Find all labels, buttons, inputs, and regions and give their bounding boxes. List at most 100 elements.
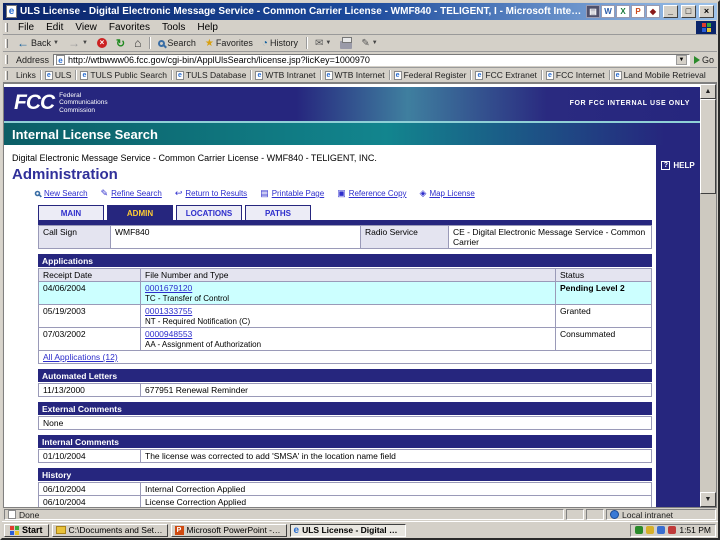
taskbar-window-powerpoint[interactable]: P Microsoft PowerPoint - [2...	[170, 523, 287, 537]
status-bar: Done Local intranet	[3, 508, 717, 521]
tab-paths[interactable]: PATHS	[245, 205, 311, 220]
link-item-fcc-internet[interactable]: e FCC Internet	[543, 70, 608, 80]
forward-dropdown-icon[interactable]: ▼	[82, 40, 88, 46]
tray-icon[interactable]	[646, 526, 655, 534]
menu-tools[interactable]: Tools	[156, 21, 191, 34]
menu-edit[interactable]: Edit	[40, 21, 69, 34]
toolbar-grip[interactable]	[5, 70, 8, 80]
reference-copy-link[interactable]: ▣ Reference Copy	[337, 188, 406, 199]
toolbar-grip[interactable]	[5, 38, 8, 48]
link-item-wtb-internet[interactable]: e WTB Internet	[322, 70, 388, 80]
edit-button[interactable]: ✎ ▼	[357, 37, 381, 50]
tab-locations[interactable]: LOCATIONS	[176, 205, 242, 220]
menu-file[interactable]: File	[12, 21, 40, 34]
automated-letters-section: 11/13/2000 677951 Renewal Reminder	[38, 383, 652, 397]
file-number-link[interactable]: 0001333755	[145, 306, 192, 316]
links-label: Links	[16, 70, 36, 80]
file-number-link[interactable]: 0000948553	[145, 329, 192, 339]
return-to-results-link[interactable]: ↩ Return to Results	[175, 188, 247, 199]
address-input[interactable]: e http://wtbwww06.fcc.gov/cgi-bin/ApplUl…	[53, 53, 690, 66]
windows-flag-icon	[701, 22, 711, 32]
windows-taskbar: Start C:\Documents and Setti... P Micros…	[2, 521, 718, 538]
menu-view[interactable]: View	[69, 21, 103, 34]
word-shortcut-icon[interactable]: W	[601, 5, 615, 18]
window-title: ULS License - Digital Electronic Message…	[20, 6, 583, 17]
link-item-wtb-intranet[interactable]: e WTB Intranet	[252, 70, 318, 80]
fcc-org-name: Federal Communications Commission	[59, 92, 107, 115]
taskbar-clock[interactable]: 1:51 PM	[679, 525, 711, 535]
link-item-uls[interactable]: e ULS	[42, 70, 75, 80]
stop-button[interactable]: ×	[93, 37, 111, 49]
mail-button[interactable]: ✉ ▼	[311, 37, 335, 50]
all-applications-link[interactable]: All Applications (12)	[43, 352, 118, 362]
folder-icon	[55, 526, 66, 534]
menu-bar: File Edit View Favorites Tools Help	[3, 20, 717, 35]
action-label: Return to Results	[185, 189, 248, 198]
go-button[interactable]: Go	[693, 54, 714, 65]
links-separator	[470, 70, 472, 80]
address-label: Address	[16, 54, 50, 65]
tray-icon[interactable]	[635, 526, 644, 534]
tab-main[interactable]: MAIN	[38, 205, 104, 220]
menu-favorites[interactable]: Favorites	[103, 21, 156, 34]
home-button[interactable]: ⌂	[130, 35, 145, 51]
favorites-button[interactable]: ★ Favorites	[201, 37, 257, 50]
map-license-link[interactable]: ◈ Map License	[420, 188, 475, 199]
minimize-button[interactable]: _	[663, 5, 678, 18]
excel-shortcut-icon[interactable]: X	[616, 5, 630, 18]
fcc-logo-letters: FCC	[14, 91, 55, 114]
toolbar-grip[interactable]	[5, 22, 8, 32]
taskbar-window-explorer[interactable]: C:\Documents and Setti...	[51, 523, 168, 537]
refine-search-link[interactable]: ✎ Refine Search	[101, 188, 162, 199]
links-separator	[319, 70, 321, 80]
license-tabs: MAIN ADMIN LOCATIONS PATHS	[38, 205, 656, 220]
history-button[interactable]: ◔ History	[258, 37, 302, 50]
link-item-fcc-extranet[interactable]: e FCC Extranet	[472, 70, 540, 80]
refresh-button[interactable]: ↻	[112, 36, 129, 51]
file-number-link[interactable]: 0001679120	[145, 283, 192, 293]
help-button[interactable]: ? HELP	[656, 161, 700, 170]
forward-button[interactable]: → ▼	[64, 35, 92, 51]
edit-dropdown-icon[interactable]: ▼	[372, 40, 378, 46]
powerpoint-shortcut-icon[interactable]: P	[631, 5, 645, 18]
link-item-tuls-public-search[interactable]: e TULS Public Search	[77, 70, 170, 80]
scrollbar-thumb[interactable]	[700, 99, 716, 194]
link-item-land-mobile-retrieval[interactable]: e Land Mobile Retrieval	[611, 70, 709, 80]
tray-icon[interactable]	[668, 526, 677, 534]
menu-help[interactable]: Help	[191, 21, 224, 34]
back-dropdown-icon[interactable]: ▼	[53, 40, 59, 46]
link-label: FCC Extranet	[485, 70, 537, 80]
column-header: Status	[555, 268, 652, 282]
go-label: Go	[701, 54, 714, 65]
links-separator	[388, 70, 390, 80]
print-button[interactable]	[336, 36, 356, 50]
maximize-button[interactable]: □	[681, 5, 696, 18]
action-label: Refine Search	[111, 189, 162, 198]
taskbar-window-label: C:\Documents and Setti...	[68, 525, 164, 535]
scroll-down-button[interactable]: ▼	[700, 492, 716, 507]
start-button[interactable]: Start	[4, 523, 49, 537]
taskbar-window-ie-active[interactable]: e ULS License - Digital M...	[289, 523, 406, 537]
address-dropdown-icon[interactable]: ▼	[675, 54, 687, 65]
toolbar-grip[interactable]	[5, 55, 8, 64]
address-url[interactable]: http://wtbwww06.fcc.gov/cgi-bin/ApplUlsS…	[68, 55, 673, 65]
link-label: TULS Database	[185, 70, 247, 80]
link-item-tuls-database[interactable]: e TULS Database	[173, 70, 249, 80]
window-titlebar[interactable]: e ULS License - Digital Electronic Messa…	[3, 3, 717, 20]
scroll-up-button[interactable]: ▲	[700, 84, 716, 99]
search-button[interactable]: Search	[154, 37, 200, 49]
tab-admin[interactable]: ADMIN	[107, 205, 173, 220]
ie-document-icon: e	[6, 5, 17, 18]
fcc-org-line: Commission	[59, 106, 95, 114]
vertical-scrollbar[interactable]: ▲ ▼	[700, 84, 716, 507]
new-search-link[interactable]: New Search	[34, 189, 88, 198]
tray-icon[interactable]	[657, 526, 666, 534]
office-shortcut-icon[interactable]: ▤	[586, 5, 600, 18]
link-item-federal-register[interactable]: e Federal Register	[391, 70, 470, 80]
printable-page-link[interactable]: ▤ Printable Page	[260, 188, 324, 199]
history-row: 06/10/2004 License Correction Applied	[38, 495, 652, 507]
app-shortcut-icon[interactable]: ◆	[646, 5, 660, 18]
close-button[interactable]: ×	[699, 5, 714, 18]
mail-dropdown-icon[interactable]: ▼	[325, 40, 331, 46]
back-button[interactable]: ← Back ▼	[13, 35, 63, 51]
